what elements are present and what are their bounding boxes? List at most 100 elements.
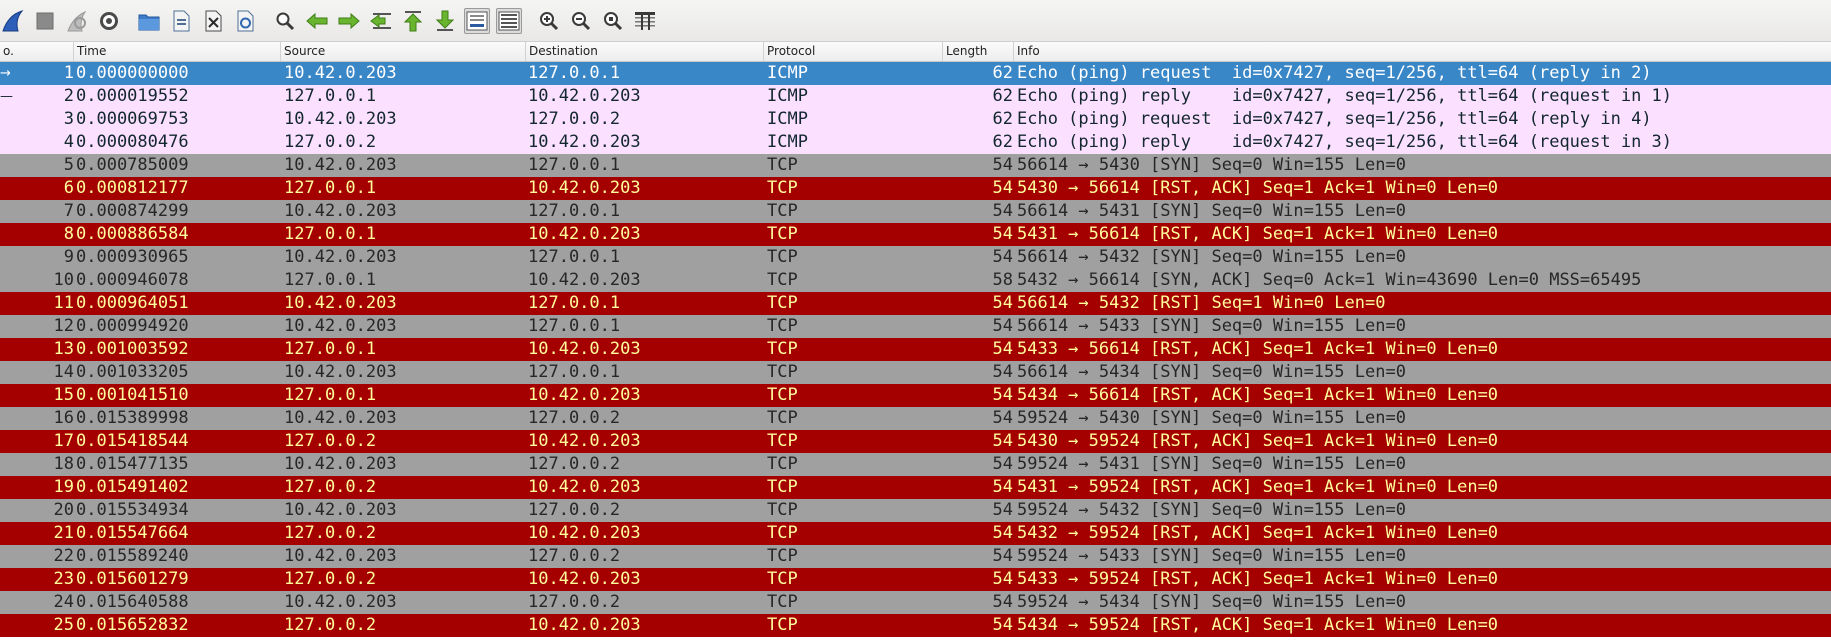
packet-protocol: TCP bbox=[767, 408, 798, 428]
column-header-source[interactable]: Source bbox=[281, 42, 526, 61]
packet-info: Echo (ping) reply id=0x7427, seq=1/256, … bbox=[1017, 86, 1673, 106]
packet-number: 4 bbox=[63, 132, 74, 152]
go-to-first-packet-button[interactable] bbox=[400, 8, 426, 34]
packet-row[interactable]: 18 0.015477135 10.42.0.203 127.0.0.2 TCP 54 59… bbox=[0, 453, 1831, 476]
restart-capture-button[interactable] bbox=[64, 8, 90, 34]
packet-time: 0.015477135 bbox=[76, 454, 189, 474]
packet-time: 0.015601279 bbox=[76, 569, 189, 589]
stop-capture-button[interactable] bbox=[32, 8, 58, 34]
packet-destination: 127.0.0.1 bbox=[528, 247, 621, 267]
go-to-packet-button[interactable] bbox=[368, 8, 394, 34]
colorize-packet-list-toggle[interactable] bbox=[496, 7, 522, 34]
normal-size-button[interactable] bbox=[600, 8, 626, 34]
restart-capture-icon bbox=[67, 10, 87, 31]
packet-destination: 10.42.0.203 bbox=[528, 431, 641, 451]
close-file-button[interactable] bbox=[200, 8, 226, 34]
packet-row[interactable]: 4 0.000080476 127.0.0.2 10.42.0.203 ICMP 62 Ec… bbox=[0, 131, 1831, 154]
packet-length: 54 bbox=[992, 523, 1013, 543]
packet-number: 18 bbox=[53, 454, 74, 474]
capture-options-button[interactable] bbox=[96, 8, 122, 34]
packet-number: 8 bbox=[63, 224, 74, 244]
packet-info: 5433 → 59524 [RST, ACK] Seq=1 Ack=1 Win=… bbox=[1017, 569, 1499, 589]
packet-row[interactable]: 9 0.000930965 10.42.0.203 127.0.0.1 TCP 54 566… bbox=[0, 246, 1831, 269]
resize-columns-button[interactable] bbox=[632, 8, 658, 34]
find-packet-button[interactable] bbox=[272, 8, 298, 34]
packet-time: 0.000994920 bbox=[76, 316, 189, 336]
packet-row[interactable]: 21 0.015547664 127.0.0.2 10.42.0.203 TCP 54 54… bbox=[0, 522, 1831, 545]
packet-row[interactable]: 6 0.000812177 127.0.0.1 10.42.0.203 TCP 54 543… bbox=[0, 177, 1831, 200]
packet-destination: 127.0.0.2 bbox=[528, 454, 621, 474]
packet-row[interactable]: 23 0.015601279 127.0.0.2 10.42.0.203 TCP 54 54… bbox=[0, 568, 1831, 591]
column-header-info[interactable]: Info bbox=[1014, 42, 1831, 61]
packet-row[interactable]: 17 0.015418544 127.0.0.2 10.42.0.203 TCP 54 54… bbox=[0, 430, 1831, 453]
packet-row[interactable]: 5 0.000785009 10.42.0.203 127.0.0.1 TCP 54 566… bbox=[0, 154, 1831, 177]
go-forward-button[interactable] bbox=[336, 8, 362, 34]
packet-time: 0.000019552 bbox=[76, 86, 189, 106]
normal-size-icon bbox=[604, 11, 623, 30]
save-file-button[interactable] bbox=[168, 8, 194, 34]
packet-number: 23 bbox=[53, 569, 74, 589]
packet-row[interactable]: 13 0.001003592 127.0.0.1 10.42.0.203 TCP 54 54… bbox=[0, 338, 1831, 361]
go-back-arrow-icon bbox=[306, 12, 328, 29]
packet-number: 17 bbox=[53, 431, 74, 451]
packet-protocol: TCP bbox=[767, 546, 798, 566]
packet-length: 54 bbox=[992, 155, 1013, 175]
packet-protocol: ICMP bbox=[767, 109, 808, 129]
packet-row[interactable]: → 1 0.000000000 10.42.0.203 127.0.0.1 ICMP 62 E… bbox=[0, 62, 1831, 85]
packet-source: 10.42.0.203 bbox=[284, 454, 397, 474]
packet-row[interactable]: 8 0.000886584 127.0.0.1 10.42.0.203 TCP 54 543… bbox=[0, 223, 1831, 246]
go-back-button[interactable] bbox=[304, 8, 330, 34]
packet-length: 54 bbox=[992, 454, 1013, 474]
packet-row[interactable]: 7 0.000874299 10.42.0.203 127.0.0.1 TCP 54 566… bbox=[0, 200, 1831, 223]
packet-row[interactable]: 14 0.001033205 10.42.0.203 127.0.0.1 TCP 54 56… bbox=[0, 361, 1831, 384]
packet-length: 54 bbox=[992, 592, 1013, 612]
packet-protocol: TCP bbox=[767, 569, 798, 589]
packet-destination: 10.42.0.203 bbox=[528, 569, 641, 589]
packet-row[interactable]: 3 0.000069753 10.42.0.203 127.0.0.2 ICMP 62 Ec… bbox=[0, 108, 1831, 131]
packet-protocol: TCP bbox=[767, 362, 798, 382]
packet-info: 59524 → 5431 [SYN] Seq=0 Win=155 Len=0 bbox=[1017, 454, 1406, 474]
go-to-last-packet-button[interactable] bbox=[432, 8, 458, 34]
packet-source: 10.42.0.203 bbox=[284, 63, 397, 83]
packet-row[interactable]: 10 0.000946078 127.0.0.1 10.42.0.203 TCP 58 54… bbox=[0, 269, 1831, 292]
packet-length: 54 bbox=[992, 247, 1013, 267]
packet-source: 127.0.0.2 bbox=[284, 569, 377, 589]
packet-info: 59524 → 5432 [SYN] Seq=0 Win=155 Len=0 bbox=[1017, 500, 1406, 520]
column-header-destination[interactable]: Destination bbox=[526, 42, 764, 61]
packet-row[interactable]: 19 0.015491402 127.0.0.2 10.42.0.203 TCP 54 54… bbox=[0, 476, 1831, 499]
zoom-out-button[interactable] bbox=[568, 8, 594, 34]
packet-row[interactable]: 16 0.015389998 10.42.0.203 127.0.0.2 TCP 54 59… bbox=[0, 407, 1831, 430]
packet-info: 5431 → 59524 [RST, ACK] Seq=1 Ack=1 Win=… bbox=[1017, 477, 1499, 497]
packet-row[interactable]: —2 0.000019552 127.0.0.1 10.42.0.203 ICMP 62 E… bbox=[0, 85, 1831, 108]
packet-row[interactable]: 24 0.015640588 10.42.0.203 127.0.0.2 TCP 54 59… bbox=[0, 591, 1831, 614]
packet-time: 0.015534934 bbox=[76, 500, 189, 520]
packet-destination: 10.42.0.203 bbox=[528, 339, 641, 359]
start-capture-button[interactable] bbox=[0, 8, 26, 34]
packet-list[interactable]: → 1 0.000000000 10.42.0.203 127.0.0.1 ICMP 62 E… bbox=[0, 62, 1831, 640]
packet-row[interactable]: 25 0.015652832 127.0.0.2 10.42.0.203 TCP 54 54… bbox=[0, 614, 1831, 637]
stop-capture-icon bbox=[36, 12, 54, 29]
wireshark-window: o. Time Source Destination Protocol Leng… bbox=[0, 0, 1831, 640]
packet-source: 10.42.0.203 bbox=[284, 546, 397, 566]
packet-number: 1 bbox=[63, 63, 74, 83]
auto-scroll-toggle[interactable] bbox=[464, 7, 490, 34]
column-header-protocol[interactable]: Protocol bbox=[764, 42, 943, 61]
packet-row[interactable]: 15 0.001041510 127.0.0.1 10.42.0.203 TCP 54 54… bbox=[0, 384, 1831, 407]
packet-source: 127.0.0.2 bbox=[284, 477, 377, 497]
packet-row[interactable]: 11 0.000964051 10.42.0.203 127.0.0.1 TCP 54 56… bbox=[0, 292, 1831, 315]
column-header-number[interactable]: o. bbox=[0, 42, 74, 61]
packet-protocol: TCP bbox=[767, 454, 798, 474]
reload-file-button[interactable] bbox=[232, 8, 258, 34]
packet-row[interactable]: 22 0.015589240 10.42.0.203 127.0.0.2 TCP 54 59… bbox=[0, 545, 1831, 568]
zoom-in-button[interactable] bbox=[536, 8, 562, 34]
packet-length: 54 bbox=[992, 385, 1013, 405]
column-header-time[interactable]: Time bbox=[74, 42, 281, 61]
packet-destination: 10.42.0.203 bbox=[528, 132, 641, 152]
packet-source: 10.42.0.203 bbox=[284, 500, 397, 520]
open-file-button[interactable] bbox=[136, 8, 162, 34]
packet-row[interactable]: 12 0.000994920 10.42.0.203 127.0.0.1 TCP 54 56… bbox=[0, 315, 1831, 338]
packet-number: 20 bbox=[53, 500, 74, 520]
column-header-length[interactable]: Length bbox=[943, 42, 1014, 61]
packet-row[interactable]: 20 0.015534934 10.42.0.203 127.0.0.2 TCP 54 59… bbox=[0, 499, 1831, 522]
packet-destination: 10.42.0.203 bbox=[528, 178, 641, 198]
